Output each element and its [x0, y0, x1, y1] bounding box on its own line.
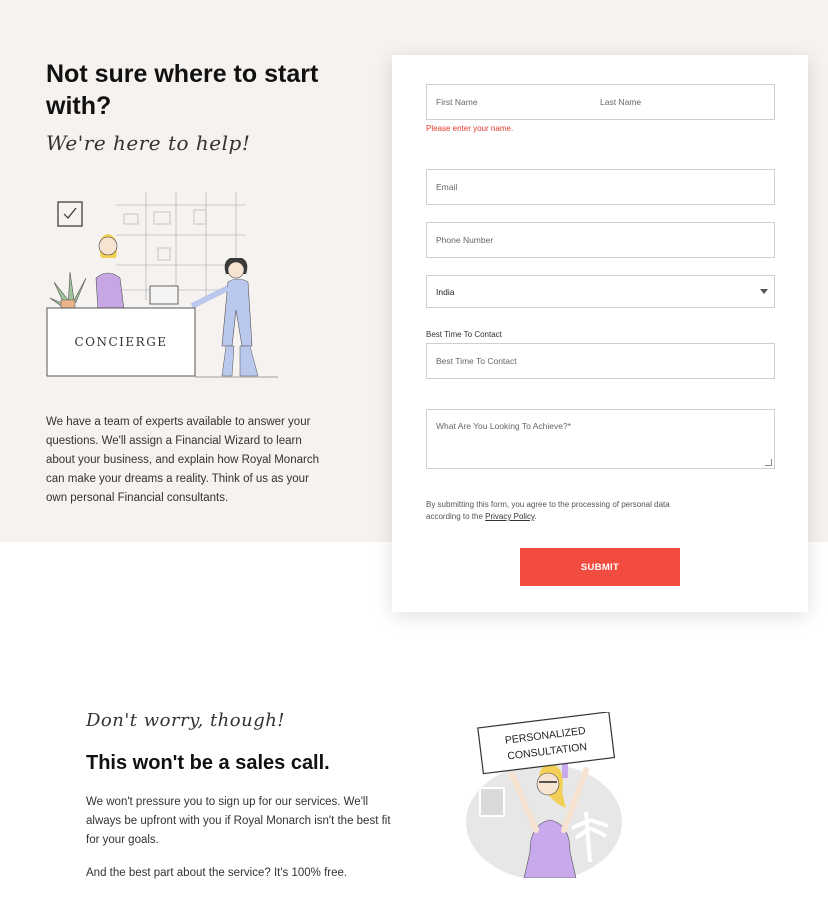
reassure-paragraph-2: And the best part about the service? It'…	[86, 867, 348, 879]
resize-handle-icon[interactable]	[765, 459, 772, 466]
consent-period: .	[534, 512, 537, 521]
hero-tagline: We're here to help!	[46, 131, 251, 155]
country-select[interactable]: India	[426, 275, 775, 308]
concierge-illustration: CONCIERGE	[46, 192, 278, 378]
name-error-message: Please enter your name.	[426, 124, 514, 133]
last-name-input[interactable]: Last Name	[600, 97, 641, 107]
goal-placeholder: What Are You Looking To Achieve?*	[436, 421, 571, 431]
privacy-policy-link[interactable]: Privacy Policy	[485, 512, 534, 521]
best-time-placeholder: Best Time To Contact	[436, 356, 517, 366]
intro-paragraph: We have a team of experts available to a…	[46, 416, 319, 504]
best-time-field[interactable]: Best Time To Contact	[426, 343, 775, 379]
email-field[interactable]: Email	[426, 169, 775, 205]
chevron-down-icon	[760, 289, 768, 294]
email-placeholder: Email	[436, 182, 458, 192]
country-value: India	[436, 286, 455, 297]
goal-textarea[interactable]: What Are You Looking To Achieve?*	[426, 409, 775, 469]
contact-form: First Name Last Name Please enter your n…	[392, 55, 808, 612]
best-time-label: Best Time To Contact	[426, 330, 502, 339]
reassure-tagline: Don't worry, though!	[86, 710, 286, 731]
page-title: Not sure where to start with?	[46, 60, 319, 120]
reassure-heading: This won't be a sales call.	[86, 752, 330, 774]
phone-placeholder: Phone Number	[436, 235, 494, 245]
consent-text: By submitting this form, you agree to th…	[426, 499, 706, 523]
submit-button[interactable]: SUBMIT	[520, 548, 680, 586]
concierge-sign-label: CONCIERGE	[74, 335, 167, 349]
consultation-illustration: PERSONALIZED CONSULTATION	[466, 712, 622, 878]
reassure-paragraph-1: We won't pressure you to sign up for our…	[86, 796, 391, 846]
first-name-input[interactable]: First Name	[436, 97, 478, 107]
consent-body: By submitting this form, you agree to th…	[426, 500, 670, 521]
name-field-group: First Name Last Name	[426, 84, 775, 120]
phone-field[interactable]: Phone Number	[426, 222, 775, 258]
